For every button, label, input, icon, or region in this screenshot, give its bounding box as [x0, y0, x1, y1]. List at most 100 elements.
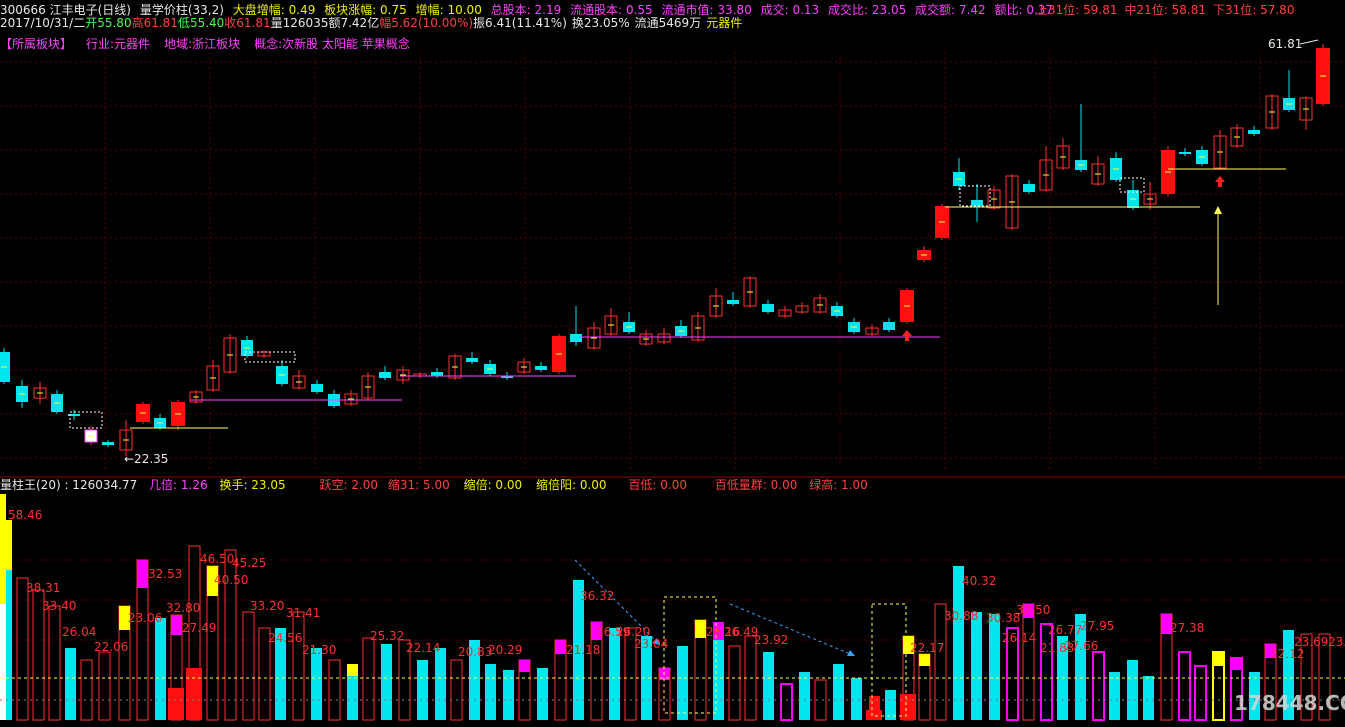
low-price-label: ←22.35 — [124, 452, 168, 466]
volume-value-label: 23.06 — [128, 611, 162, 625]
volume-cap — [171, 615, 182, 635]
candle-down — [431, 372, 443, 376]
volume-bar — [1109, 672, 1120, 720]
volume-value-label: 40.32 — [962, 574, 996, 588]
chart-canvas[interactable]: 58.46 38.31 33.40 26.0422.06 23.06 32.53 32.80… — [0, 0, 1345, 727]
volume-bar — [851, 678, 862, 720]
candle-down — [102, 442, 114, 445]
candle-down — [727, 300, 739, 304]
volume-bar — [450, 659, 463, 721]
volume-value-label: 27.95 — [1080, 619, 1114, 633]
volume-bar — [328, 659, 341, 721]
volume-value-label: 30.88 — [944, 609, 978, 623]
volume-bar — [833, 664, 844, 720]
volume-value-label: 22.14 — [406, 641, 440, 655]
dashed-box — [663, 596, 717, 714]
volume-bar-red — [900, 694, 916, 720]
volume-bar — [1040, 623, 1053, 721]
volume-bar — [292, 611, 305, 721]
up-arrow-icon — [1215, 176, 1225, 187]
volume-value-label: 22.12 — [1270, 647, 1304, 661]
volume-value-label: 23.69 — [1294, 635, 1328, 649]
volume-value-label: 33.40 — [42, 599, 76, 613]
volume-value-label: 20.29 — [488, 643, 522, 657]
volume-bar-red — [186, 668, 202, 720]
volume-value-label: 26.14 — [1002, 631, 1036, 645]
volume-cap — [347, 664, 358, 676]
volume-bar — [763, 652, 774, 720]
volume-value-label: 22.17 — [910, 641, 944, 655]
candle-down — [379, 372, 391, 378]
volume-bar — [780, 683, 793, 721]
volume-bar — [971, 612, 982, 720]
volume-value-label: 26.77 — [1048, 623, 1082, 637]
volume-cap — [695, 620, 706, 638]
volume-bar — [1092, 651, 1105, 721]
volume-bar — [1022, 603, 1035, 721]
volume-cap — [919, 654, 930, 666]
volume-cap — [137, 560, 148, 588]
volume-value-label: 31.41 — [286, 606, 320, 620]
volume-bar — [435, 648, 446, 720]
volume-value-label: 45.25 — [232, 556, 266, 570]
candle-down — [1248, 130, 1260, 134]
volume-cap — [1231, 658, 1242, 670]
volume-bar-red — [168, 688, 184, 720]
volume-value-label: 33.20 — [250, 599, 284, 613]
candle-down — [466, 358, 478, 362]
volume-bar — [362, 637, 375, 721]
volume-bar — [381, 644, 392, 720]
volume-value-label: 38.31 — [26, 581, 60, 595]
volume-bar-left-cap — [0, 494, 6, 604]
volume-bar — [799, 672, 810, 720]
volume-value-label: 32.80 — [166, 601, 200, 615]
volume-bars-layer — [0, 494, 1345, 721]
candle-down — [762, 304, 774, 312]
volume-value-label: 25.32 — [370, 629, 404, 643]
candle-down — [883, 322, 895, 330]
volume-bar — [1194, 665, 1207, 721]
volume-bar — [155, 618, 166, 720]
volume-value-label: 22.06 — [94, 640, 128, 654]
up-arrow-icon — [902, 330, 912, 341]
dotted-box — [1119, 177, 1145, 193]
volume-value-label: 32.50 — [1016, 603, 1050, 617]
volume-cap — [1213, 652, 1224, 666]
candle-down — [570, 334, 582, 342]
volume-bar — [48, 605, 61, 721]
volume-bar — [417, 660, 428, 720]
volume-value-label: 40.50 — [214, 573, 248, 587]
volume-value-label: 21.18 — [566, 643, 600, 657]
candle-down — [1179, 152, 1191, 154]
volume-bar — [80, 659, 93, 721]
volume-cap — [519, 660, 530, 672]
volume-bar — [1127, 660, 1138, 720]
volume-bar — [98, 651, 111, 721]
volume-bar — [728, 645, 741, 721]
volume-value-label: 58.46 — [8, 508, 42, 522]
high-price-label: 61.81 — [1268, 37, 1302, 51]
high-label-pointer — [1299, 39, 1319, 45]
volume-bar — [485, 664, 496, 720]
candle-down — [1023, 184, 1035, 192]
volume-bar — [16, 577, 29, 721]
watermark: 178448.COM — [1234, 691, 1345, 715]
volume-bar-red — [866, 710, 882, 720]
candle-down — [535, 366, 547, 370]
volume-value-label: 21.30 — [302, 643, 336, 657]
volume-bar — [1143, 676, 1154, 720]
volume-value-label: 46.50 — [200, 552, 234, 566]
volume-bar — [65, 648, 76, 720]
volume-bar — [311, 648, 322, 720]
volume-value-label: 36.32 — [580, 589, 614, 603]
volume-value-label: 24.56 — [268, 631, 302, 645]
volume-bar — [609, 628, 620, 720]
volume-value-label: 27.49 — [182, 621, 216, 635]
volume-bar — [1178, 651, 1191, 721]
volume-value-label: 27.38 — [1170, 621, 1204, 635]
volume-value-label: 23.04 — [634, 637, 668, 651]
volume-value-label: 27.66 — [1064, 639, 1098, 653]
volume-bar — [242, 611, 255, 721]
candle-down — [971, 200, 983, 206]
volume-cap — [555, 640, 566, 654]
